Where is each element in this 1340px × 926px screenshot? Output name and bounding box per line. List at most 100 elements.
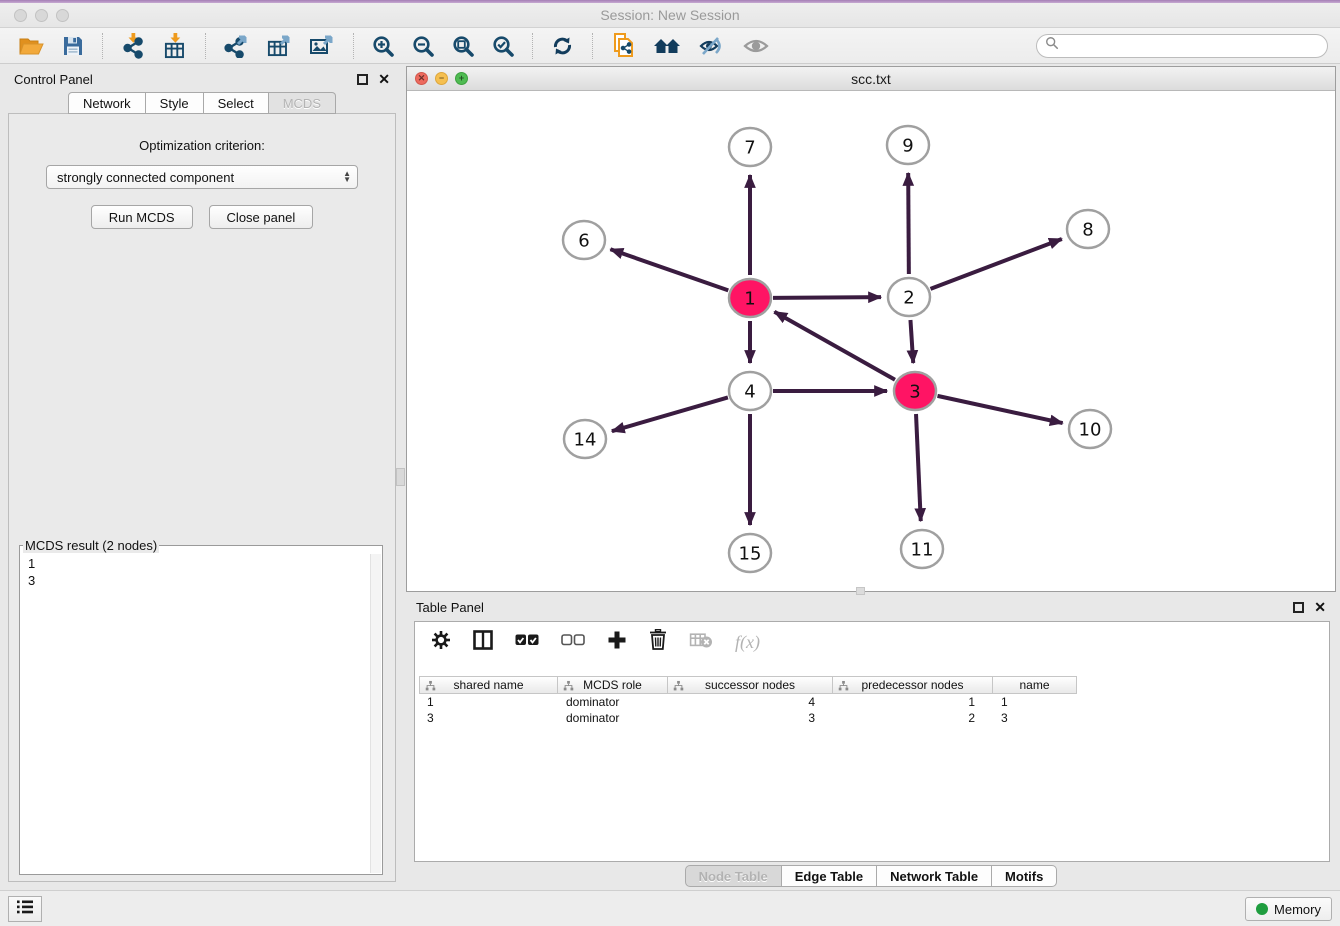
node-table-container: f(x) shared name MCDS rolesuccessor nodes… xyxy=(414,621,1330,862)
close-panel-icon[interactable]: ✕ xyxy=(378,74,390,85)
chevron-up-down-icon: ▲▼ xyxy=(343,171,351,183)
column-tree-icon xyxy=(425,680,436,695)
tab-motifs[interactable]: Motifs xyxy=(992,865,1057,887)
mcds-result-scrollbar[interactable] xyxy=(370,554,381,873)
table-cell[interactable]: 1 xyxy=(419,694,558,710)
show-columns-icon[interactable] xyxy=(473,630,493,655)
column-header-predecessor-nodes[interactable]: predecessor nodes xyxy=(833,676,993,694)
graph-edge-2-3[interactable] xyxy=(910,320,913,363)
add-row-icon[interactable] xyxy=(607,630,627,655)
table-cell[interactable]: dominator xyxy=(558,694,668,710)
graph-node-6[interactable]: 6 xyxy=(563,221,605,259)
graph-edge-1-2[interactable] xyxy=(773,297,881,298)
mcds-result-box: MCDS result (2 nodes) 13 xyxy=(19,538,383,875)
tab-node-table[interactable]: Node Table xyxy=(685,865,782,887)
tab-select[interactable]: Select xyxy=(204,92,269,114)
zoom-fit-icon[interactable] xyxy=(452,35,474,57)
float-panel-icon[interactable] xyxy=(357,74,368,85)
zoom-out-icon[interactable] xyxy=(412,35,434,57)
hide-graphics-details-icon[interactable] xyxy=(699,35,725,57)
task-history-button[interactable] xyxy=(8,896,42,922)
network-maximize-icon[interactable]: + xyxy=(455,72,468,85)
graph-node-9[interactable]: 9 xyxy=(887,126,929,164)
open-session-icon[interactable] xyxy=(19,35,44,57)
graph-node-8[interactable]: 8 xyxy=(1067,210,1109,248)
graph-edge-2-9[interactable] xyxy=(908,173,909,274)
graph-node-15[interactable]: 15 xyxy=(729,534,771,572)
column-header-name[interactable]: name xyxy=(993,676,1077,694)
clone-network-icon[interactable] xyxy=(611,33,635,58)
main-toolbar xyxy=(0,28,1340,64)
graph-node-label: 4 xyxy=(744,381,755,402)
import-network-icon[interactable] xyxy=(121,33,145,59)
unselect-all-icon[interactable] xyxy=(561,633,585,652)
graph-node-10[interactable]: 10 xyxy=(1069,410,1111,448)
export-table-icon[interactable] xyxy=(267,34,292,58)
tab-edge-table[interactable]: Edge Table xyxy=(782,865,877,887)
zoom-in-icon[interactable] xyxy=(372,35,394,57)
column-tree-icon xyxy=(673,680,684,695)
graph-edge-3-1[interactable] xyxy=(774,312,895,380)
search-input[interactable] xyxy=(1059,36,1327,56)
graph-node-4[interactable]: 4 xyxy=(729,372,771,410)
graph-edge-1-6[interactable] xyxy=(610,249,728,290)
table-cell[interactable]: 3 xyxy=(993,710,1077,726)
optimization-criterion-dropdown[interactable]: strongly connected component ▲▼ xyxy=(46,165,358,189)
graph-edge-3-10[interactable] xyxy=(937,396,1062,423)
function-builder-icon: f(x) xyxy=(735,632,760,653)
refresh-layout-icon[interactable] xyxy=(551,35,574,57)
float-table-panel-icon[interactable] xyxy=(1293,602,1304,613)
graph-node-2[interactable]: 2 xyxy=(888,278,930,316)
column-header-shared-name[interactable]: shared name xyxy=(419,676,558,694)
vertical-splitter-grip[interactable] xyxy=(396,468,405,486)
network-minimize-icon[interactable]: − xyxy=(435,72,448,85)
graph-edge-3-11[interactable] xyxy=(916,414,921,521)
network-window-titlebar[interactable]: ✕ − + scc.txt xyxy=(407,67,1335,91)
settings-icon[interactable] xyxy=(431,630,451,655)
table-row[interactable]: 3dominator323 xyxy=(419,710,1325,726)
tab-style[interactable]: Style xyxy=(146,92,204,114)
table-cell[interactable]: 3 xyxy=(668,710,833,726)
tab-network[interactable]: Network xyxy=(68,92,146,114)
graph-node-7[interactable]: 7 xyxy=(729,128,771,166)
table-cell[interactable]: 1 xyxy=(993,694,1077,710)
table-panel-header: Table Panel ✕ xyxy=(406,594,1336,620)
tab-mcds[interactable]: MCDS xyxy=(269,92,336,114)
column-header-MCDS-role[interactable]: MCDS role xyxy=(558,676,668,694)
table-cell[interactable]: 1 xyxy=(833,694,993,710)
graph-node-3[interactable]: 3 xyxy=(894,372,936,410)
search-box[interactable] xyxy=(1036,34,1328,58)
save-session-icon[interactable] xyxy=(62,35,84,57)
network-close-icon[interactable]: ✕ xyxy=(415,72,428,85)
graph-node-label: 3 xyxy=(909,381,920,402)
table-cell[interactable]: 4 xyxy=(668,694,833,710)
node-table-body: 1dominator4113dominator323 xyxy=(419,694,1325,726)
zoom-selected-icon[interactable] xyxy=(492,35,514,57)
export-image-icon[interactable] xyxy=(310,34,335,58)
column-header-successor-nodes[interactable]: successor nodes xyxy=(668,676,833,694)
delete-row-icon[interactable] xyxy=(649,629,667,655)
table-cell[interactable]: 2 xyxy=(833,710,993,726)
home-icon[interactable] xyxy=(653,35,681,57)
close-panel-button[interactable]: Close panel xyxy=(209,205,314,229)
graph-node-14[interactable]: 14 xyxy=(564,420,606,458)
table-row[interactable]: 1dominator411 xyxy=(419,694,1325,710)
table-cell[interactable]: dominator xyxy=(558,710,668,726)
toolbar-separator xyxy=(353,33,354,59)
table-cell[interactable]: 3 xyxy=(419,710,558,726)
column-header-label: shared name xyxy=(453,678,523,692)
node-table: shared name MCDS rolesuccessor nodesprede… xyxy=(419,676,1325,726)
graph-edge-4-14[interactable] xyxy=(612,397,728,431)
delete-table-icon xyxy=(689,631,713,654)
export-network-icon[interactable] xyxy=(224,34,249,58)
select-all-icon[interactable] xyxy=(515,633,539,652)
import-table-icon[interactable] xyxy=(163,33,187,59)
graph-edge-2-8[interactable] xyxy=(931,239,1062,289)
memory-button[interactable]: Memory xyxy=(1245,897,1332,921)
close-table-panel-icon[interactable]: ✕ xyxy=(1314,602,1326,613)
tab-network-table[interactable]: Network Table xyxy=(877,865,992,887)
graph-node-1[interactable]: 1 xyxy=(729,279,771,317)
run-mcds-button[interactable]: Run MCDS xyxy=(91,205,193,229)
graph-node-11[interactable]: 11 xyxy=(901,530,943,568)
network-graph-canvas[interactable]: 7 9 6 8 1 2 4 3 14 10 15 11 xyxy=(407,91,1335,591)
